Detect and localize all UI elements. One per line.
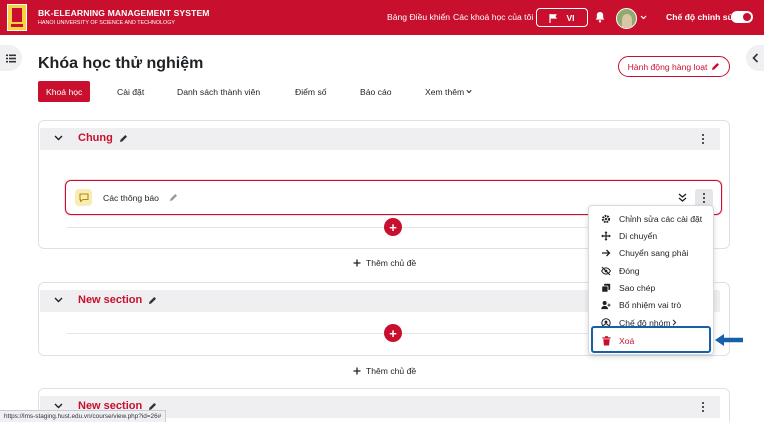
section-title[interactable]: New section xyxy=(78,294,157,306)
tab-more[interactable]: Xem thêm xyxy=(425,81,472,102)
eye-slash-icon xyxy=(601,266,611,276)
add-activity-plus-icon[interactable]: + xyxy=(384,218,402,236)
university-logo[interactable] xyxy=(7,4,27,31)
pencil-icon[interactable] xyxy=(169,193,178,202)
edit-mode-label: Chế độ chỉnh sửa xyxy=(666,12,739,22)
tab-course-label: Khoá học xyxy=(46,86,83,97)
course-index-drawer-button[interactable] xyxy=(0,45,22,71)
section-title-text: New section xyxy=(78,294,143,306)
block-drawer-button[interactable] xyxy=(746,45,764,71)
menu-item-assign-roles[interactable]: Bổ nhiệm vai trò xyxy=(589,296,713,313)
pencil-icon xyxy=(712,63,720,70)
menu-item-move[interactable]: Di chuyển xyxy=(589,227,713,244)
section-menu-kebab-icon[interactable] xyxy=(695,131,711,147)
arrow-right-icon xyxy=(601,248,611,258)
language-label: VI xyxy=(566,12,575,23)
tab-reports-label: Báo cáo xyxy=(360,86,392,97)
section-title[interactable]: Chung xyxy=(78,132,128,144)
forum-icon xyxy=(75,189,92,206)
nav-dashboard-link[interactable]: Bảng Điều khiển xyxy=(387,12,450,22)
menu-item-label: Di chuyển xyxy=(619,230,658,241)
tab-more-label: Xem thêm xyxy=(425,86,465,97)
menu-item-label: Chỉnh sửa các cài đặt xyxy=(619,213,703,224)
activity-name[interactable]: Các thông báo xyxy=(103,193,159,203)
tab-participants[interactable]: Danh sách thành viên xyxy=(177,81,260,102)
add-section-button[interactable]: Thêm chủ đề xyxy=(353,366,416,376)
pencil-icon[interactable] xyxy=(119,134,128,143)
bulk-actions-button[interactable]: Hành động hàng loạt xyxy=(618,56,730,77)
page-title: Khóa học thử nghiệm xyxy=(38,55,204,72)
user-plus-icon xyxy=(601,300,611,310)
chevron-right-icon xyxy=(672,319,677,326)
brand-subtitle: HANOI UNIVERSITY OF SCIENCE AND TECHNOLO… xyxy=(38,20,175,26)
gear-icon xyxy=(601,214,611,224)
chevron-down-icon xyxy=(466,89,472,94)
tab-grades-label: Điểm số xyxy=(295,86,327,97)
chevron-down-icon[interactable] xyxy=(54,135,63,141)
status-bar-url: https://lms-staging.hust.edu.vn/course/v… xyxy=(0,410,167,422)
copy-icon xyxy=(601,283,611,293)
pencil-icon[interactable] xyxy=(148,296,157,305)
delete-highlight-box xyxy=(591,326,711,353)
plus-icon xyxy=(353,367,361,375)
chevron-down-icon[interactable] xyxy=(640,14,647,21)
notification-bell-icon[interactable] xyxy=(595,11,605,23)
add-section-label: Thêm chủ đề xyxy=(366,366,417,376)
menu-item-duplicate[interactable]: Sao chép xyxy=(589,279,713,296)
menu-item-label: Đóng xyxy=(619,265,640,276)
menu-item-hide[interactable]: Đóng xyxy=(589,262,713,279)
add-section-label: Thêm chủ đề xyxy=(366,258,417,268)
menu-item-move-right[interactable]: Chuyển sang phải xyxy=(589,244,713,261)
menu-item-label: Bổ nhiệm vai trò xyxy=(619,299,682,310)
tab-grades[interactable]: Điểm số xyxy=(295,81,327,102)
add-section-button[interactable]: Thêm chủ đề xyxy=(353,258,416,268)
brand-title: BK-ELEARNING MANAGEMENT SYSTEM xyxy=(38,8,210,18)
collapse-icon[interactable] xyxy=(677,192,688,203)
menu-item-edit-settings[interactable]: Chỉnh sửa các cài đặt xyxy=(589,210,713,227)
tab-settings-label: Cài đặt xyxy=(117,86,145,97)
top-navbar: BK-ELEARNING MANAGEMENT SYSTEM HANOI UNI… xyxy=(0,0,764,35)
chevron-left-icon xyxy=(751,53,758,63)
pointer-arrow-icon xyxy=(715,334,743,346)
user-avatar[interactable] xyxy=(616,8,637,29)
tab-course[interactable]: Khoá học xyxy=(38,81,91,102)
chevron-down-icon[interactable] xyxy=(54,297,63,303)
section-header: Chung xyxy=(40,128,720,150)
plus-icon xyxy=(353,259,361,267)
move-icon xyxy=(601,230,611,241)
add-activity-plus-icon[interactable]: + xyxy=(384,324,402,342)
language-button[interactable]: VI xyxy=(536,8,588,27)
edit-mode-toggle[interactable] xyxy=(731,11,753,23)
tab-participants-label: Danh sách thành viên xyxy=(177,86,261,97)
chevron-down-icon[interactable] xyxy=(54,403,63,409)
tab-settings[interactable]: Cài đặt xyxy=(117,81,144,102)
menu-item-label: Chuyển sang phải xyxy=(619,247,689,258)
section-menu-kebab-icon[interactable] xyxy=(695,399,711,415)
nav-my-courses-link[interactable]: Các khoá học của tôi xyxy=(453,12,533,22)
list-icon xyxy=(6,54,16,62)
bulk-actions-label: Hành động hàng loạt xyxy=(627,61,708,72)
flag-icon xyxy=(549,13,558,23)
section-title-text: Chung xyxy=(78,132,113,144)
tab-reports[interactable]: Báo cáo xyxy=(360,81,392,102)
menu-item-label: Sao chép xyxy=(619,282,656,293)
